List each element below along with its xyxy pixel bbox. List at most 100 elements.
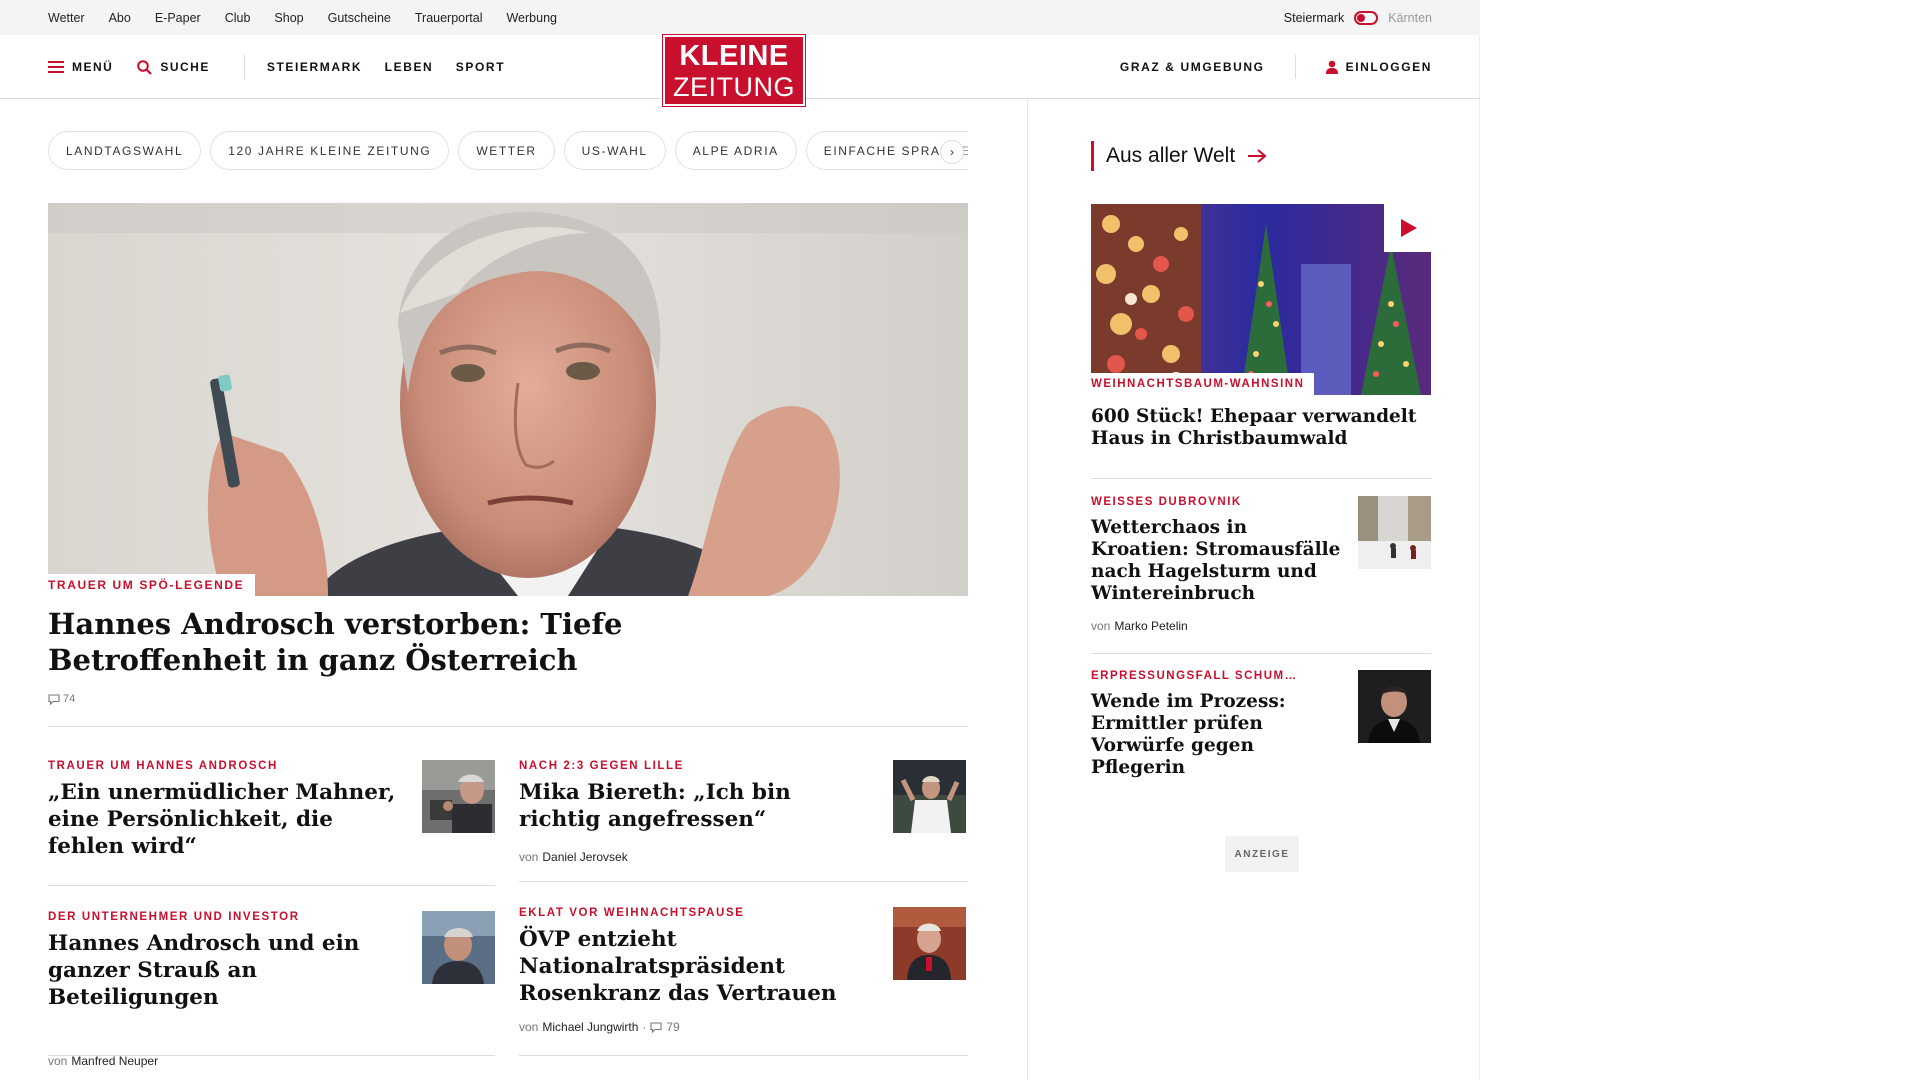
hero-photo bbox=[48, 203, 968, 596]
teaser-thumbnail[interactable] bbox=[893, 760, 966, 833]
logo-line-2: ZEITUNG bbox=[673, 72, 795, 102]
comment-icon bbox=[48, 693, 60, 705]
topic-chips: LANDTAGSWAHL 120 JAHRE KLEINE ZEITUNG WE… bbox=[48, 131, 968, 170]
logo-line-1: KLEINE bbox=[679, 40, 789, 72]
sidebar-teaser-headline[interactable]: Wende im Prozess: Ermittler prüfen Vorwü… bbox=[1091, 691, 1341, 779]
header-nav-left: MENÜ SUCHE STEIERMARK LEBEN SPORT bbox=[48, 35, 523, 99]
main-nav: STEIERMARK LEBEN SPORT bbox=[267, 58, 523, 76]
utility-link-wetter[interactable]: Wetter bbox=[48, 11, 85, 25]
divider bbox=[1091, 653, 1431, 654]
author-link[interactable]: Marko Petelin bbox=[1114, 619, 1187, 633]
site-logo[interactable]: KLEINE ZEITUNG bbox=[662, 34, 806, 107]
user-icon bbox=[1325, 60, 1338, 74]
utility-link-shop[interactable]: Shop bbox=[274, 11, 303, 25]
divider bbox=[519, 1055, 968, 1056]
hero-meta: 74 bbox=[48, 693, 75, 705]
byline-prefix: von bbox=[519, 1020, 539, 1034]
author-link[interactable]: Daniel Jerovsek bbox=[542, 850, 627, 864]
teaser-thumbnail[interactable] bbox=[893, 907, 966, 980]
utility-link-club[interactable]: Club bbox=[225, 11, 251, 25]
topic-chip[interactable]: ALPE ADRIA bbox=[674, 131, 797, 170]
author-link[interactable]: Manfred Neuper bbox=[71, 1054, 158, 1068]
utility-link-trauerportal[interactable]: Trauerportal bbox=[415, 11, 483, 25]
region-toggle[interactable] bbox=[1354, 10, 1379, 25]
sidebar-lead-image[interactable] bbox=[1091, 204, 1431, 395]
article-teaser[interactable]: DER UNTERNEHMER UND INVESTOR Hannes Andr… bbox=[48, 911, 495, 1068]
search-icon bbox=[137, 59, 153, 75]
search-label: SUCHE bbox=[160, 60, 210, 74]
teaser-headline[interactable]: ÖVP entzieht Nationalratspräsident Rosen… bbox=[519, 926, 879, 1007]
byline-prefix: von bbox=[519, 850, 539, 864]
teaser-byline: von Michael Jungwirth · 79 bbox=[519, 1020, 966, 1034]
sidebar-lead-kicker: WEIHNACHTSBAUM-WAHNSINN bbox=[1091, 373, 1315, 395]
byline-separator: · bbox=[642, 1020, 647, 1034]
utility-link-werbung[interactable]: Werbung bbox=[506, 11, 557, 25]
topic-chip[interactable]: US-WAHL bbox=[563, 131, 666, 170]
section-heading-text: Aus aller Welt bbox=[1106, 144, 1236, 167]
column-divider bbox=[1027, 99, 1028, 1080]
sidebar-teaser-thumbnail[interactable] bbox=[1358, 496, 1431, 569]
topic-chip[interactable]: WETTER bbox=[458, 131, 555, 170]
topic-chip[interactable]: 120 JAHRE KLEINE ZEITUNG bbox=[210, 131, 450, 170]
author-link[interactable]: Michael Jungwirth bbox=[542, 1020, 638, 1034]
section-heading[interactable]: Aus aller Welt bbox=[1091, 141, 1267, 171]
sidebar-teaser-headline[interactable]: Wetterchaos in Kroatien: Stromausfälle n… bbox=[1091, 517, 1341, 605]
login-button[interactable]: EINLOGGEN bbox=[1325, 60, 1432, 74]
article-teaser[interactable]: EKLAT VOR WEIHNACHTSPAUSE ÖVP entzieht N… bbox=[519, 907, 966, 1037]
play-icon bbox=[1401, 219, 1417, 237]
chevron-right-icon[interactable]: › bbox=[940, 140, 964, 164]
nav-steiermark[interactable]: STEIERMARK bbox=[267, 60, 362, 74]
teaser-headline[interactable]: Hannes Androsch und ein ganzer Strauß an… bbox=[48, 930, 408, 1011]
utility-link-gutscheine[interactable]: Gutscheine bbox=[328, 11, 391, 25]
divider bbox=[48, 1055, 495, 1056]
teaser-byline: von Daniel Jerovsek bbox=[519, 850, 966, 864]
utility-links: Wetter Abo E-Paper Club Shop Gutscheine … bbox=[48, 0, 581, 35]
article-teaser[interactable]: NACH 2:3 GEGEN LILLE Mika Biereth: „Ich … bbox=[519, 760, 966, 880]
topic-chip[interactable]: LANDTAGSWAHL bbox=[48, 131, 202, 170]
divider bbox=[48, 885, 495, 886]
byline-prefix: von bbox=[1091, 619, 1111, 633]
menu-label: MENÜ bbox=[72, 60, 114, 74]
divider bbox=[519, 881, 968, 882]
nav-graz-umgebung[interactable]: GRAZ & UMGEBUNG bbox=[1120, 60, 1265, 74]
region-switch: Steiermark Kärnten bbox=[1284, 0, 1432, 35]
sidebar-teaser[interactable]: WEISSES DUBROVNIK Wetterchaos in Kroatie… bbox=[1091, 496, 1431, 636]
hero-image[interactable] bbox=[48, 203, 968, 596]
comment-icon bbox=[650, 1021, 662, 1033]
utility-bar: Wetter Abo E-Paper Club Shop Gutscheine … bbox=[0, 0, 1480, 35]
header-divider-right bbox=[1294, 55, 1296, 79]
nav-leben[interactable]: LEBEN bbox=[385, 60, 434, 74]
byline-prefix: von bbox=[48, 1054, 68, 1068]
region-inactive[interactable]: Kärnten bbox=[1388, 11, 1432, 25]
teaser-comment-count[interactable]: 79 bbox=[666, 1020, 679, 1034]
divider bbox=[48, 726, 968, 727]
hamburger-icon bbox=[48, 61, 64, 73]
nav-sport[interactable]: SPORT bbox=[456, 60, 505, 74]
arrow-right-icon bbox=[1248, 149, 1267, 163]
header-divider bbox=[243, 55, 245, 79]
ad-label: ANZEIGE bbox=[1225, 836, 1299, 872]
content-right-edge bbox=[1479, 35, 1480, 1080]
sidebar-lead-headline[interactable]: 600 Stück! Ehepaar verwandelt Haus in Ch… bbox=[1091, 406, 1431, 450]
header-nav-right: GRAZ & UMGEBUNG EINLOGGEN bbox=[1120, 35, 1432, 99]
hero-comment-count[interactable]: 74 bbox=[63, 693, 75, 705]
teaser-thumbnail[interactable] bbox=[422, 911, 495, 984]
article-teaser[interactable]: TRAUER UM HANNES ANDROSCH „Ein unermüdli… bbox=[48, 760, 495, 880]
play-video-button[interactable] bbox=[1384, 204, 1432, 252]
sidebar-teaser[interactable]: ERPRESSUNGSFALL SCHUM… Wende im Prozess:… bbox=[1091, 670, 1431, 778]
utility-link-abo[interactable]: Abo bbox=[109, 11, 131, 25]
login-label: EINLOGGEN bbox=[1345, 60, 1432, 74]
hero-kicker: TRAUER UM SPÖ-LEGENDE bbox=[48, 574, 256, 596]
teaser-thumbnail[interactable] bbox=[422, 760, 495, 833]
heading-accent bbox=[1091, 141, 1094, 171]
sidebar-teaser-byline: von Marko Petelin bbox=[1091, 619, 1431, 633]
teaser-headline[interactable]: „Ein unermüdlicher Mahner, eine Persönli… bbox=[48, 779, 408, 860]
search-button[interactable]: SUCHE bbox=[137, 59, 210, 75]
menu-button[interactable]: MENÜ bbox=[48, 60, 113, 74]
sidebar-teaser-thumbnail[interactable] bbox=[1358, 670, 1431, 743]
region-active[interactable]: Steiermark bbox=[1284, 11, 1344, 25]
hero-headline[interactable]: Hannes Androsch verstorben: Tiefe Betrof… bbox=[48, 606, 668, 678]
utility-link-epaper[interactable]: E-Paper bbox=[155, 11, 201, 25]
teaser-headline[interactable]: Mika Biereth: „Ich bin richtig angefress… bbox=[519, 779, 879, 833]
teaser-byline: von Manfred Neuper bbox=[48, 1054, 495, 1068]
